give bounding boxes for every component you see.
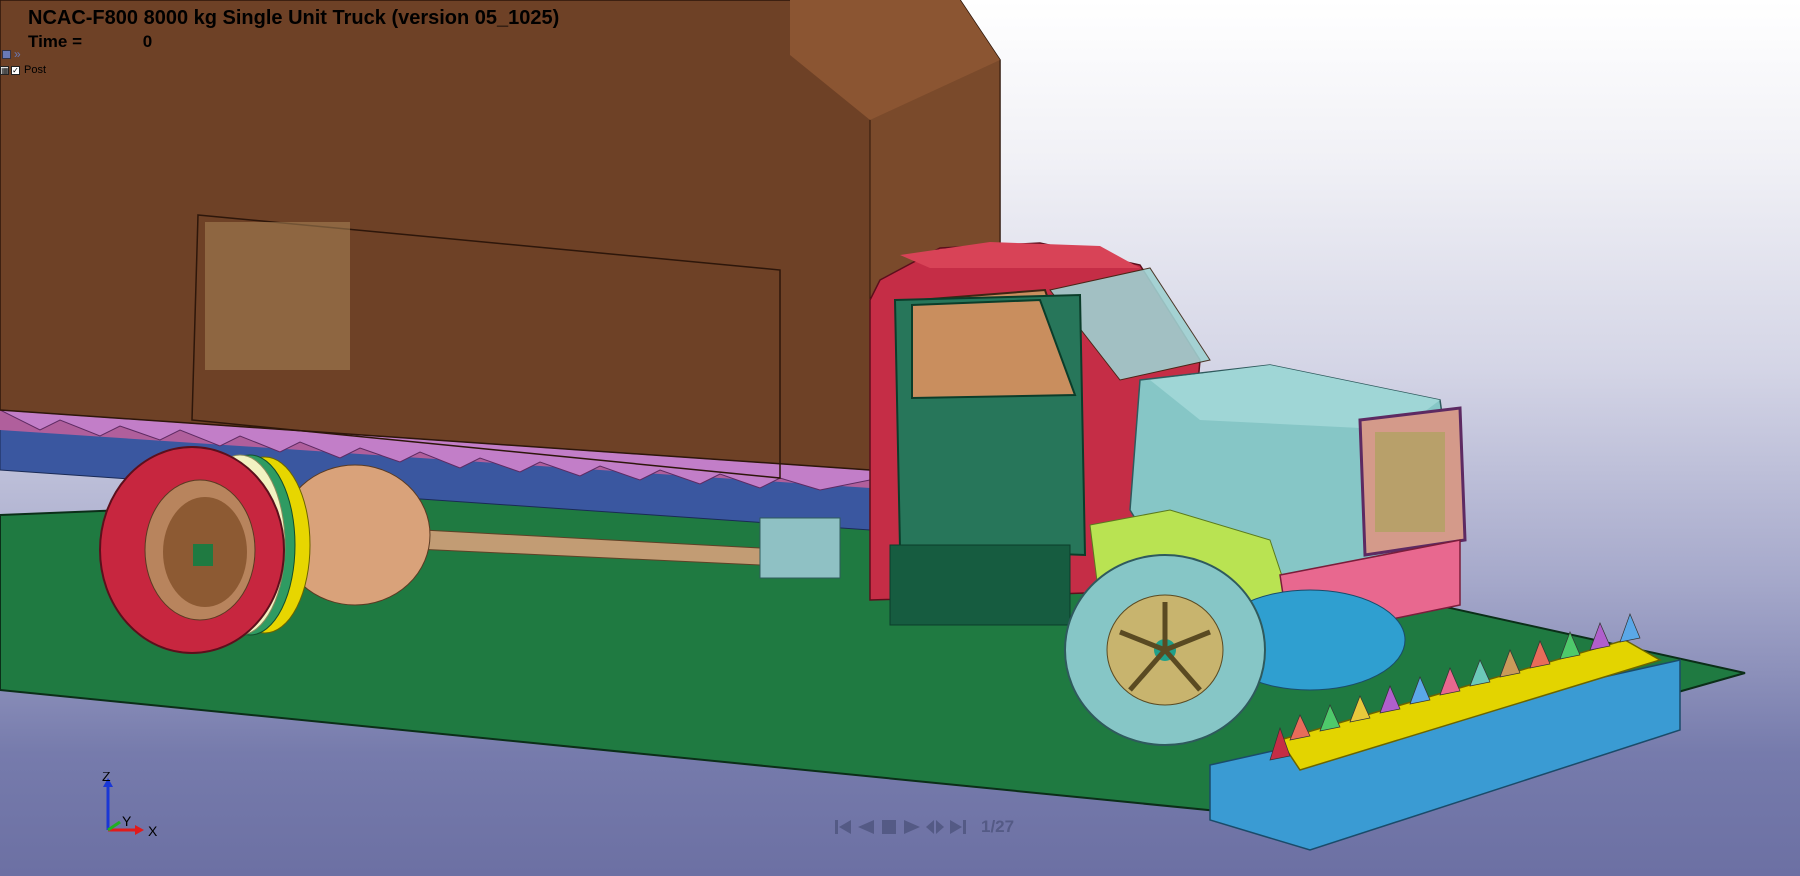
- play-icon: [904, 820, 920, 834]
- 3d-viewport[interactable]: NCAC-F800 8000 kg Single Unit Truck (ver…: [0, 0, 1800, 876]
- stop-icon: [882, 820, 896, 834]
- animation-controls: 1/27: [833, 813, 1014, 841]
- step-back-icon: [858, 820, 874, 834]
- front-wheel-near: [1064, 554, 1266, 746]
- step-forward-button[interactable]: [925, 816, 945, 838]
- step-back-button[interactable]: [856, 816, 876, 838]
- window-icon[interactable]: [2, 50, 11, 59]
- cargo-texture: [205, 222, 350, 370]
- axis-triad: Z Y X: [102, 772, 158, 839]
- y-axis-label: Y: [122, 813, 132, 829]
- time-readout: Time = 0: [28, 32, 152, 52]
- grille-inner: [1375, 432, 1445, 532]
- fuel-tank: [759, 517, 841, 579]
- time-label: Time =: [28, 32, 83, 51]
- expand-icon[interactable]: »: [14, 47, 21, 61]
- first-frame-icon: [835, 820, 851, 834]
- z-axis-label: Z: [102, 772, 111, 784]
- last-frame-button[interactable]: [948, 816, 968, 838]
- grid-icon[interactable]: ▦: [0, 65, 9, 75]
- truck-model-scene[interactable]: [0, 0, 1800, 876]
- step-forward-icon: [926, 820, 944, 834]
- post-row: ▦ ✓ Post: [0, 63, 46, 77]
- post-checkbox[interactable]: ✓: [11, 65, 20, 75]
- time-value: 0: [142, 32, 153, 51]
- frame-counter: 1/27: [981, 817, 1015, 836]
- play-button[interactable]: [902, 816, 922, 838]
- stop-button[interactable]: [879, 816, 899, 838]
- door-lower: [889, 544, 1071, 626]
- last-frame-icon: [950, 820, 966, 834]
- post-label: Post: [24, 64, 47, 76]
- model-title: NCAC-F800 8000 kg Single Unit Truck (ver…: [28, 7, 560, 29]
- first-frame-button[interactable]: [833, 816, 853, 838]
- x-axis-label: X: [148, 823, 158, 839]
